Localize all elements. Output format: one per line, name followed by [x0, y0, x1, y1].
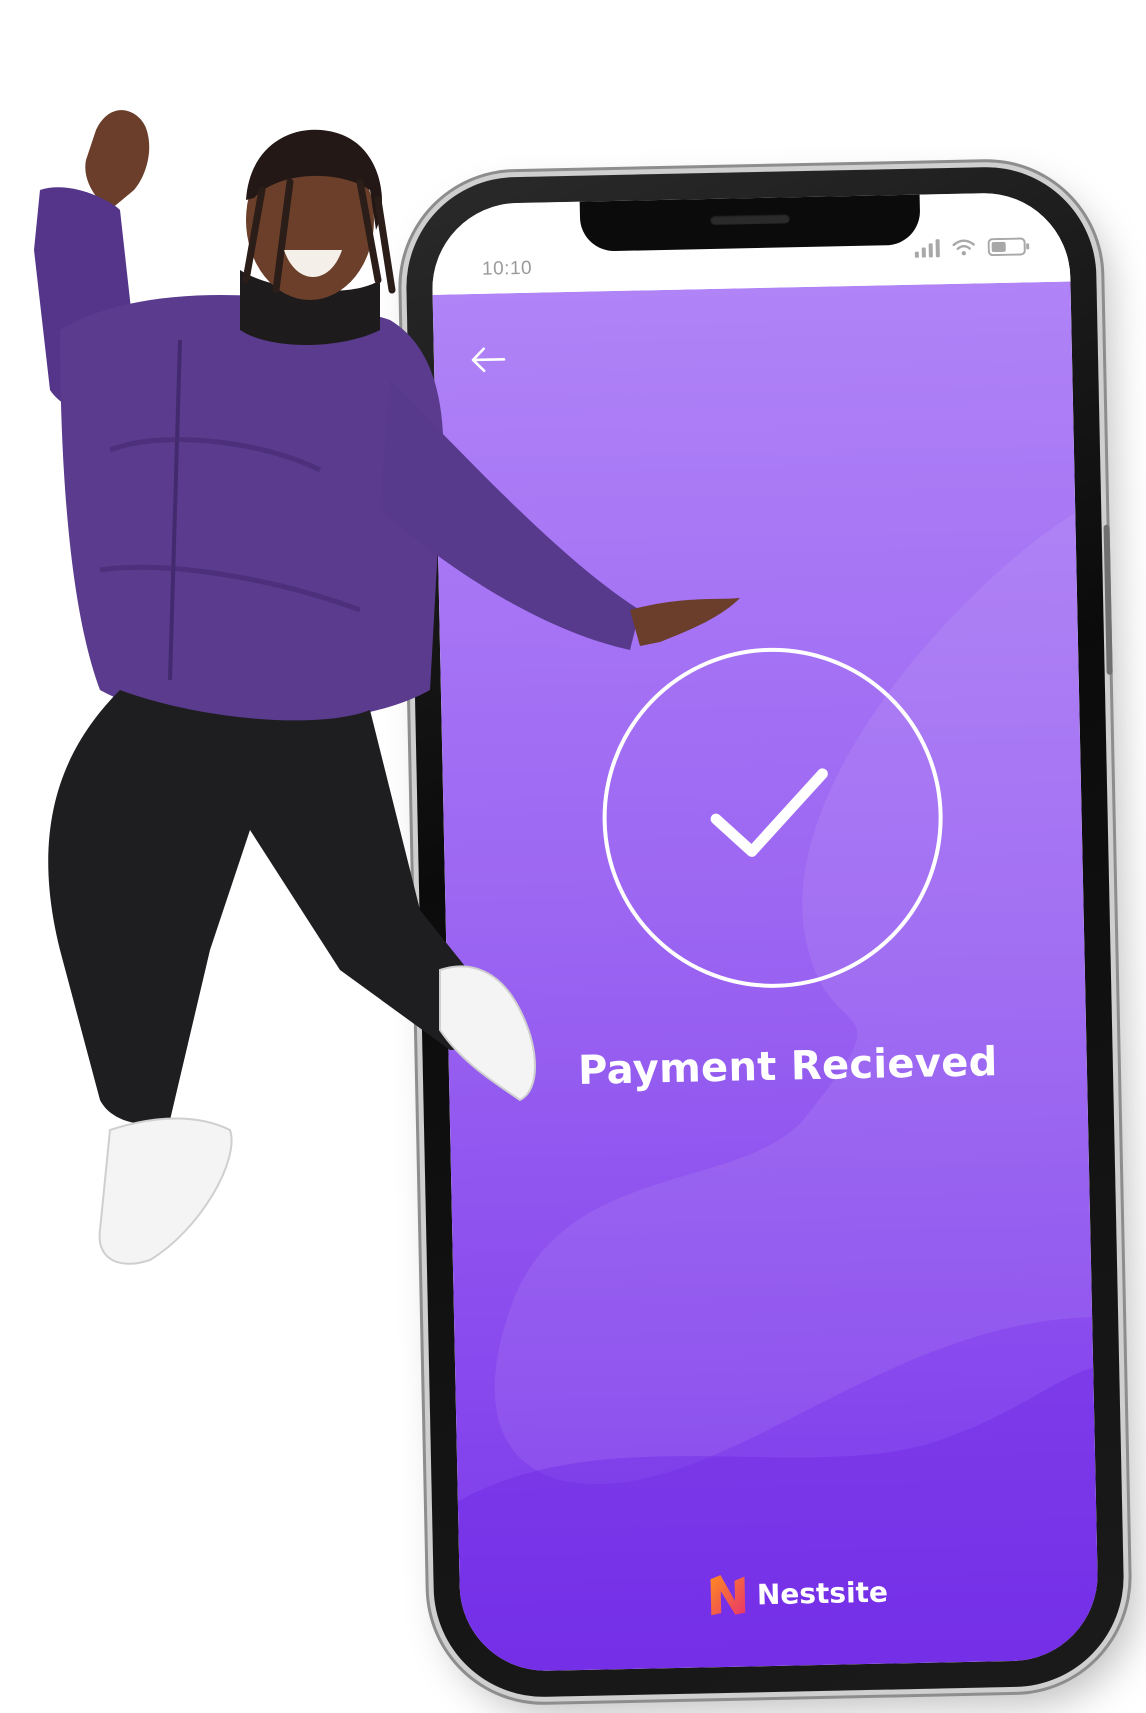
brand-footer: Nestsite: [708, 1570, 888, 1618]
signal-icon: [914, 239, 940, 258]
status-icons: [914, 237, 1030, 258]
battery-icon: [987, 237, 1030, 257]
jumping-person-image: [34, 110, 740, 1265]
power-button: [1103, 524, 1113, 675]
brand-name: Nestsite: [756, 1575, 889, 1611]
wifi-icon: [952, 239, 975, 256]
nestsite-logo-icon: [710, 1575, 746, 1616]
promo-stage: 10:10 Payment Recieved Nestsite: [0, 0, 1146, 1713]
